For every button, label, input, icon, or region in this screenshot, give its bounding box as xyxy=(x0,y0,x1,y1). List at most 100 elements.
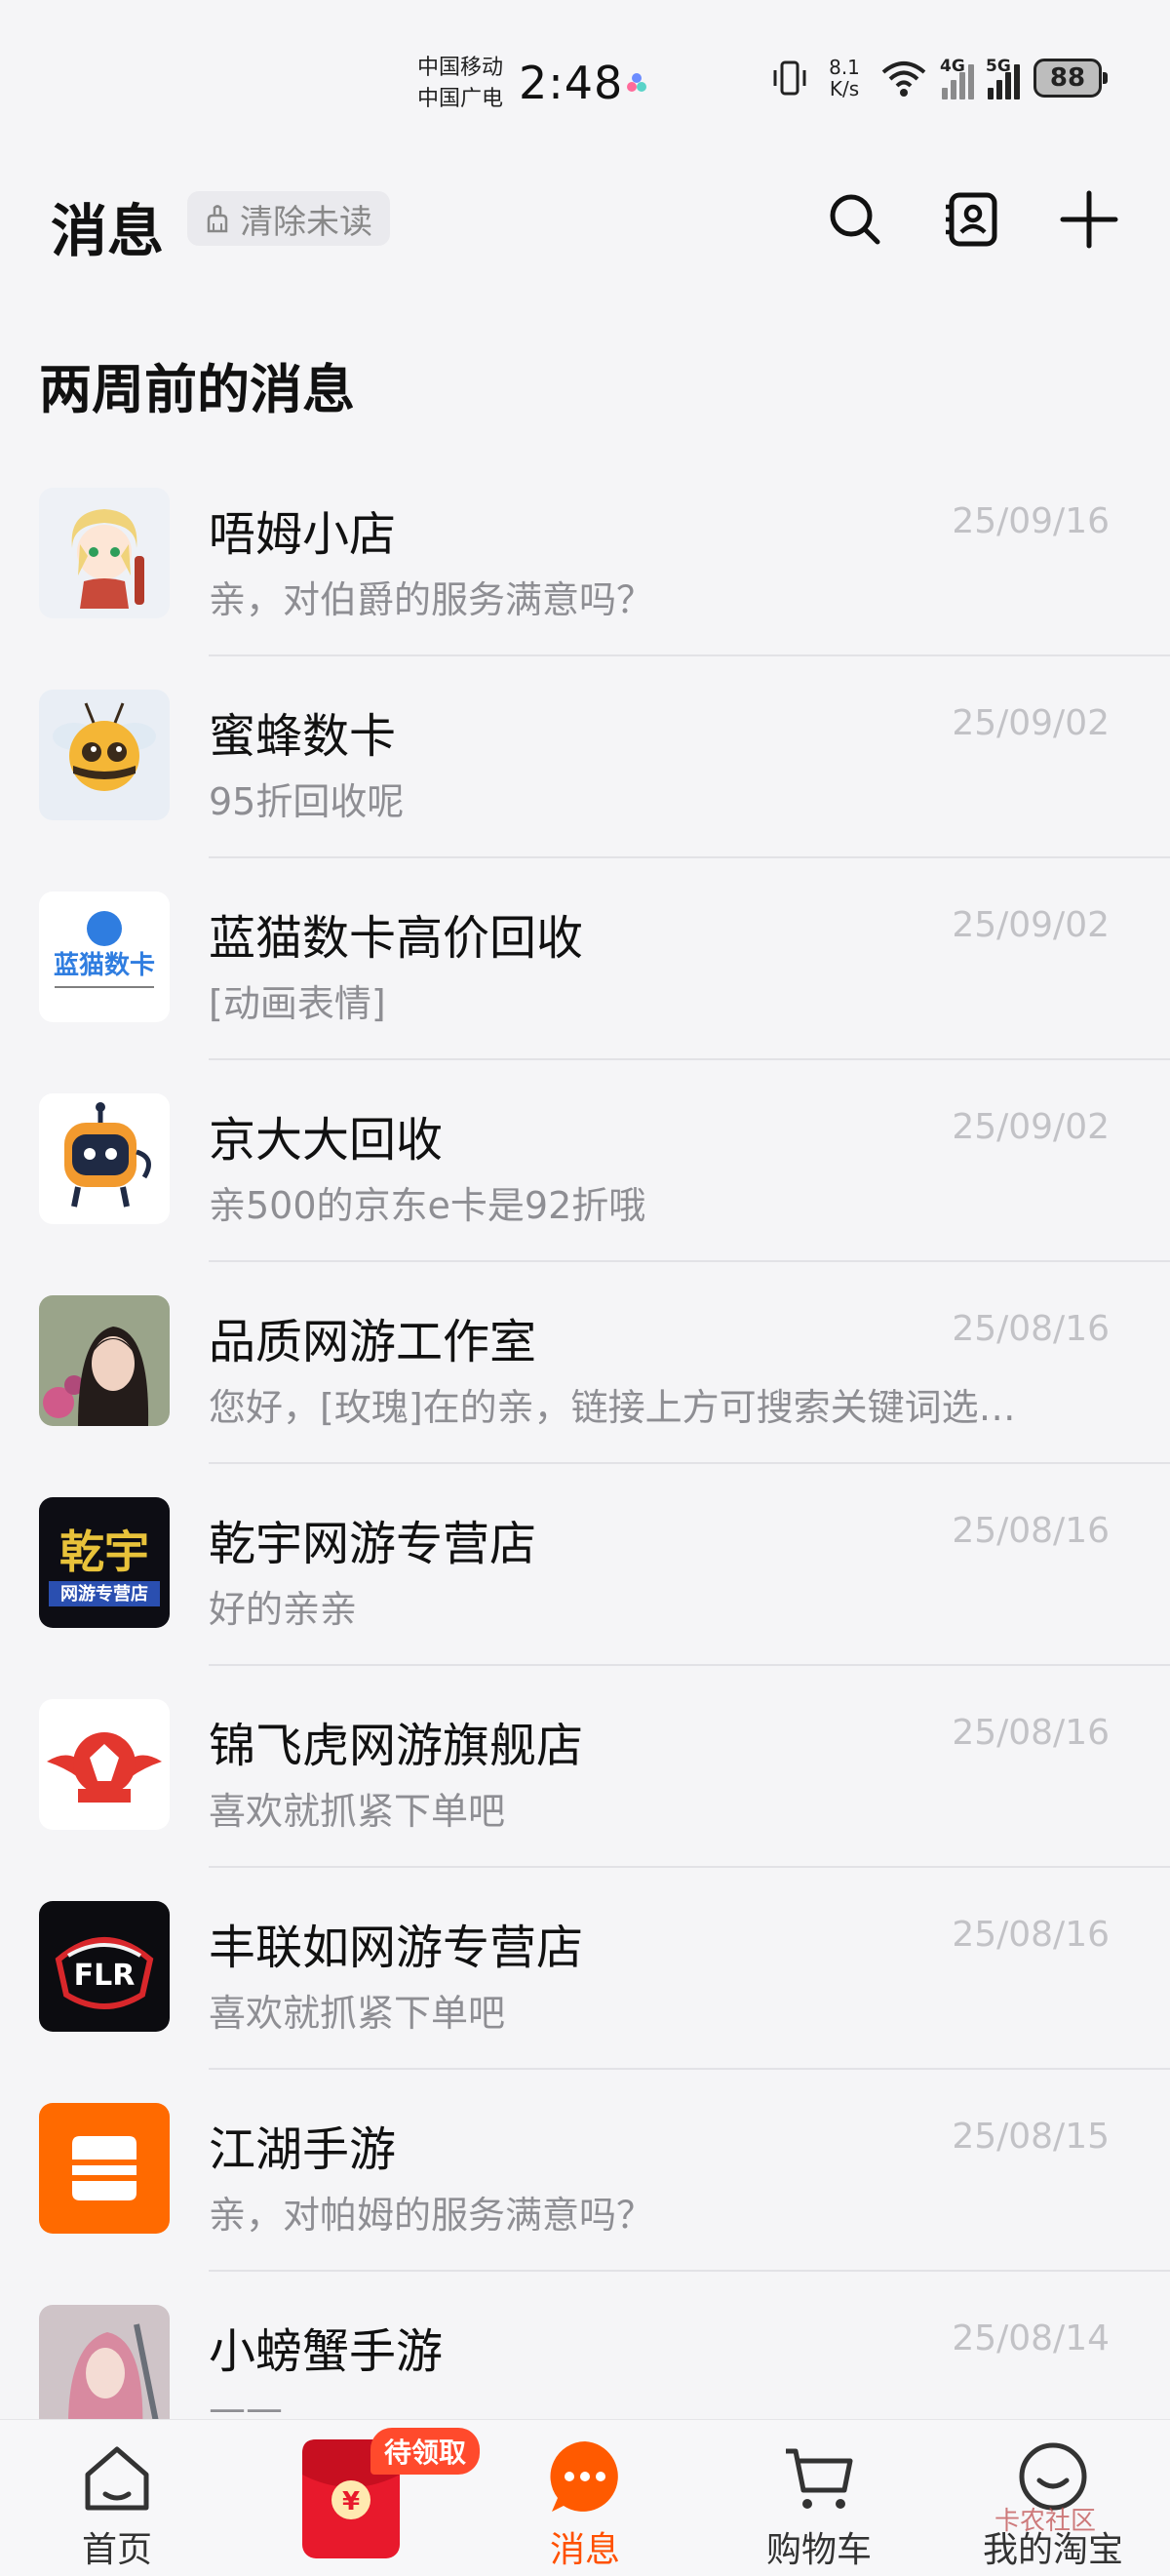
list-item[interactable]: 唔姆小店 25/09/16 亲，对伯爵的服务满意吗？ xyxy=(0,468,1170,670)
divider xyxy=(209,654,1170,656)
nav-home[interactable]: 首页 xyxy=(20,2420,214,2576)
signal-5g-label: 5G xyxy=(986,57,1011,76)
app-notification-icon xyxy=(627,73,646,92)
conversation-preview: 亲500的京东e卡是92折哦 xyxy=(209,1184,646,1227)
conversation-date: 25/09/02 xyxy=(952,905,1110,945)
carrier-2: 中国广电 xyxy=(417,87,504,111)
header: 消息 清除未读 xyxy=(0,166,1170,273)
divider xyxy=(209,1260,1170,1262)
avatar xyxy=(39,1295,170,1426)
broom-icon xyxy=(207,205,228,233)
list-item[interactable]: 京大大回收 25/09/02 亲500的京东e卡是92折哦 xyxy=(0,1074,1170,1276)
list-item[interactable]: 蓝猫数卡 蓝猫数卡高价回收 25/09/02 [动画表情] xyxy=(0,872,1170,1074)
wifi-icon xyxy=(881,61,926,97)
divider xyxy=(209,2270,1170,2272)
nav-cart[interactable]: 购物车 xyxy=(722,2420,916,2576)
watermark: 卡农社区 xyxy=(994,2507,1097,2536)
nav-my-taobao[interactable]: 我的淘宝 xyxy=(956,2420,1150,2576)
conversation-preview: 好的亲亲 xyxy=(209,1588,358,1631)
avatar xyxy=(39,1093,170,1224)
avatar: 蓝猫数卡 xyxy=(39,892,170,1022)
home-icon xyxy=(85,2446,149,2511)
list-item[interactable]: 乾宇 网游专营店 乾宇网游专营店 25/08/16 好的亲亲 xyxy=(0,1478,1170,1680)
conversation-date: 25/08/16 xyxy=(952,1915,1110,1955)
avatar-text: FLR xyxy=(74,1959,136,1993)
conversation-name: 唔姆小店 xyxy=(209,507,397,562)
conversation-name: 蜜蜂数卡 xyxy=(209,709,397,764)
conversation-date: 25/08/15 xyxy=(952,2117,1110,2157)
conversation-date: 25/08/16 xyxy=(952,1511,1110,1551)
vibrate-icon xyxy=(773,60,806,96)
page-title: 消息 xyxy=(51,198,165,264)
avatar xyxy=(39,690,170,820)
conversation-name: 品质网游工作室 xyxy=(209,1315,537,1369)
status-right: 8.1 K/s 4G 5G 88 xyxy=(770,57,1108,99)
avatar xyxy=(39,488,170,618)
clear-unread-button[interactable]: 清除未读 xyxy=(187,191,390,246)
contacts-button[interactable] xyxy=(936,183,1008,256)
avatar: FLR xyxy=(39,1901,170,2032)
conversation-preview: [动画表情] xyxy=(209,982,386,1025)
conversation-name: 小螃蟹手游 xyxy=(209,2324,444,2379)
list-item[interactable]: 蜜蜂数卡 25/09/02 95折回收呢 xyxy=(0,670,1170,872)
signal-4g-icon: 4G xyxy=(940,57,974,99)
bottom-nav: 首页 ¥ 待领取 消息 购物车 我的淘宝 xyxy=(0,2419,1170,2576)
conversation-date: 25/08/16 xyxy=(952,1309,1110,1349)
conversation-name: 乾宇网游专营店 xyxy=(209,1517,537,1571)
carrier-1: 中国移动 xyxy=(417,56,504,80)
avatar xyxy=(39,1699,170,1830)
message-bubble-icon xyxy=(550,2441,618,2512)
conversation-date: 25/08/16 xyxy=(952,1713,1110,1753)
search-icon xyxy=(830,194,880,245)
conversation-preview: 亲，对伯爵的服务满意吗？ xyxy=(209,578,654,621)
contacts-icon xyxy=(946,192,997,247)
red-packet-badge: 待领取 xyxy=(370,2428,481,2475)
avatar: 乾宇 网游专营店 xyxy=(39,1497,170,1628)
add-button[interactable] xyxy=(1053,183,1125,256)
nav-messages-label: 消息 xyxy=(549,2530,620,2570)
conversation-preview: 95折回收呢 xyxy=(209,780,405,823)
conversation-list: 唔姆小店 25/09/16 亲，对伯爵的服务满意吗？ 蜜蜂数卡 25/09/02… xyxy=(0,468,1170,2487)
search-button[interactable] xyxy=(819,183,891,256)
net-speed-value: 8.1 xyxy=(829,56,860,79)
avatar-text: 乾宇 xyxy=(59,1526,149,1578)
red-packet-symbol: ¥ xyxy=(342,2487,360,2517)
nav-cart-label: 购物车 xyxy=(765,2530,872,2570)
nav-home-label: 首页 xyxy=(81,2530,152,2570)
plus-icon xyxy=(1060,190,1118,249)
clock: 2:48 xyxy=(519,57,624,109)
conversation-name: 蓝猫数卡高价回收 xyxy=(209,911,584,966)
net-speed-unit: K/s xyxy=(829,77,860,100)
carrier-info: 中国移动 中国广电 xyxy=(417,53,515,115)
conversation-preview: 喜欢就抓紧下单吧 xyxy=(209,1790,506,1833)
net-speed: 8.1 K/s xyxy=(823,57,866,99)
section-label: 两周前的消息 xyxy=(39,359,355,420)
list-item[interactable]: 江湖手游 25/08/15 亲，对帕姆的服务满意吗？ xyxy=(0,2083,1170,2285)
nav-messages[interactable]: 消息 xyxy=(488,2420,682,2576)
conversation-name: 京大大回收 xyxy=(209,1113,444,1168)
avatar xyxy=(39,2103,170,2234)
conversation-preview: 您好，[玫瑰]在的亲，链接上方可搜索关键词选… xyxy=(209,1386,1016,1429)
conversation-name: 江湖手游 xyxy=(209,2122,397,2177)
avatar-text: 蓝猫数卡 xyxy=(54,951,155,980)
divider xyxy=(209,2068,1170,2070)
divider xyxy=(209,1664,1170,1666)
divider xyxy=(209,1866,1170,1868)
divider xyxy=(209,1462,1170,1464)
list-item[interactable]: 品质网游工作室 25/08/16 您好，[玫瑰]在的亲，链接上方可搜索关键词选… xyxy=(0,1276,1170,1478)
avatar-text: 网游专营店 xyxy=(60,1583,148,1605)
battery-icon: 88 xyxy=(1034,59,1108,98)
divider xyxy=(209,1058,1170,1060)
conversation-preview: 喜欢就抓紧下单吧 xyxy=(209,1992,506,2035)
avatar xyxy=(39,2305,170,2436)
signal-5g-icon: 5G xyxy=(986,57,1020,99)
list-item[interactable]: 锦飞虎网游旗舰店 25/08/16 喜欢就抓紧下单吧 xyxy=(0,1680,1170,1882)
conversation-date: 25/09/16 xyxy=(952,501,1110,541)
conversation-name: 锦飞虎网游旗舰店 xyxy=(209,1719,584,1773)
conversation-name: 丰联如网游专营店 xyxy=(209,1921,584,1975)
conversation-date: 25/08/14 xyxy=(952,2318,1110,2358)
status-bar: 中国移动 中国广电 2:48 8.1 K/s 4G 5G 88 xyxy=(0,0,1170,146)
list-item[interactable]: FLR 丰联如网游专营店 25/08/16 喜欢就抓紧下单吧 xyxy=(0,1882,1170,2083)
cart-icon xyxy=(786,2448,853,2509)
conversation-date: 25/09/02 xyxy=(952,1107,1110,1147)
